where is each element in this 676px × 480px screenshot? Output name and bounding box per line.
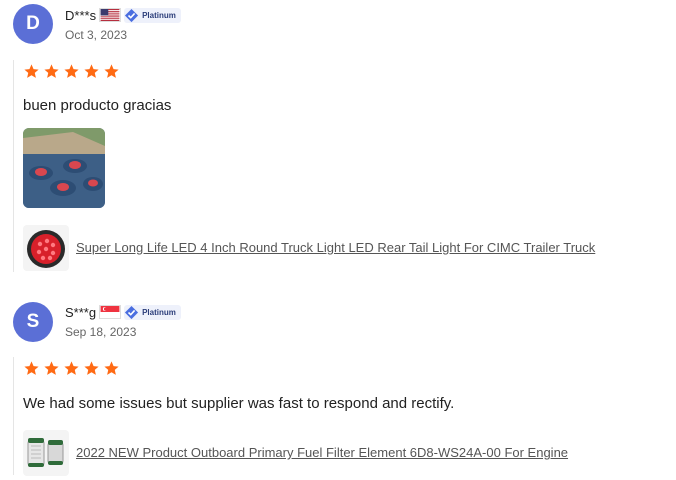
- us-flag-icon: [99, 8, 122, 22]
- review-photo[interactable]: [23, 128, 105, 208]
- star-icon: [24, 361, 39, 375]
- review-divider: [13, 357, 14, 475]
- badge-label: Platinum: [142, 307, 176, 317]
- star-rating: [23, 63, 120, 80]
- reviewer-line: S***g Platinum: [65, 304, 181, 320]
- product-link[interactable]: Super Long Life LED 4 Inch Round Truck L…: [76, 240, 595, 255]
- star-icon: [84, 64, 99, 78]
- star-icon: [84, 361, 99, 375]
- reviewer-name: S***g: [65, 304, 97, 320]
- product-link[interactable]: 2022 NEW Product Outboard Primary Fuel F…: [76, 445, 568, 460]
- platinum-badge: Platinum: [124, 7, 181, 23]
- fuel-filter-image: [23, 430, 69, 476]
- review-date: Oct 3, 2023: [65, 28, 128, 42]
- product-thumbnail[interactable]: [23, 430, 69, 476]
- review-text: We had some issues but supplier was fast…: [23, 395, 455, 412]
- review-divider: [13, 60, 14, 272]
- star-rating: [23, 360, 120, 377]
- review-text: buen producto gracias: [23, 97, 172, 114]
- star-icon: [44, 361, 59, 375]
- avatar: S: [13, 302, 53, 342]
- star-icon: [44, 64, 59, 78]
- tail-light-image: [23, 225, 69, 271]
- badge-label: Platinum: [142, 10, 176, 20]
- star-icon: [104, 361, 119, 375]
- product-thumbnail[interactable]: [23, 225, 69, 271]
- star-icon: [24, 64, 39, 78]
- reviewer-line: D***s Platinum: [65, 7, 181, 23]
- star-icon: [104, 64, 119, 78]
- star-icon: [64, 361, 79, 375]
- review-date: Sep 18, 2023: [65, 325, 137, 339]
- verified-diamond-icon: [125, 305, 139, 319]
- sg-flag-icon: [99, 305, 122, 319]
- verified-diamond-icon: [125, 8, 139, 22]
- reviewer-name: D***s: [65, 7, 97, 23]
- star-icon: [64, 64, 79, 78]
- avatar: D: [13, 4, 53, 44]
- review-photo-image: [23, 128, 105, 208]
- platinum-badge: Platinum: [124, 304, 181, 320]
